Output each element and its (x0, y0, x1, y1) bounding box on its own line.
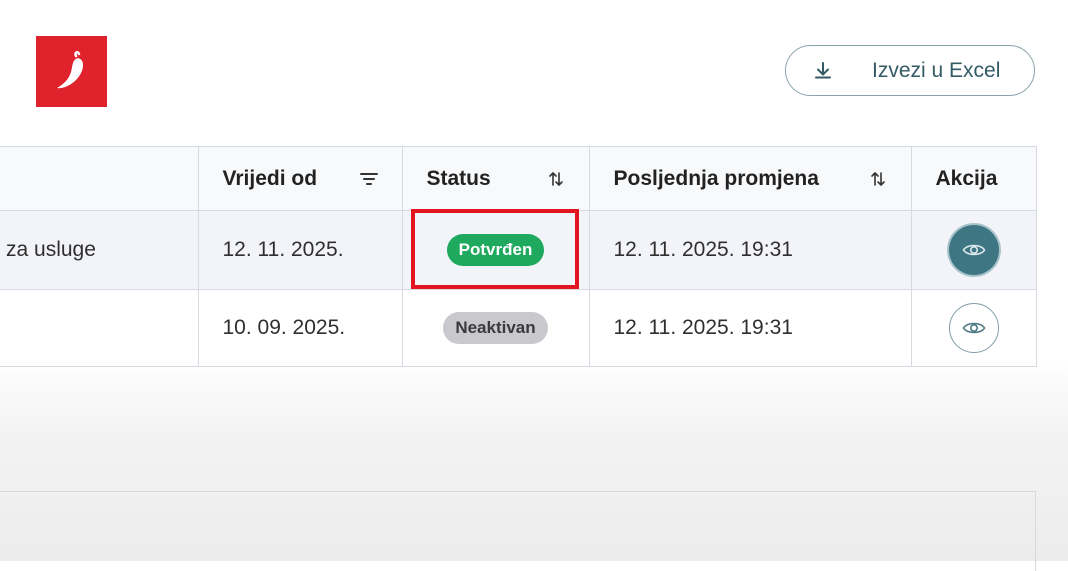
status-badge: Potvrđen (446, 234, 545, 266)
download-icon (815, 62, 831, 79)
column-header-label: Posljednja promjena (613, 166, 819, 190)
cell-last-change: 12. 11. 2025. 19:31 (588, 210, 912, 290)
export-excel-button[interactable]: Izvezi u Excel (785, 45, 1035, 96)
table-header-row: Vrijedi od Status Posljednja promjena Ak… (0, 146, 1037, 211)
cell-action (910, 210, 1037, 290)
table-row: 10. 09. 2025. Neaktivan 12. 11. 2025. 19… (0, 289, 1037, 367)
cell-last-change: 12. 11. 2025. 19:31 (588, 289, 912, 367)
eye-icon (962, 322, 985, 334)
column-header-action: Akcija (910, 146, 1037, 211)
column-header-label: Vrijedi od (222, 166, 318, 190)
column-header-last-change[interactable]: Posljednja promjena (588, 146, 912, 211)
status-badge: Neaktivan (443, 312, 548, 344)
cell-name: za usluge (0, 210, 199, 290)
cell-valid-from: 12. 11. 2025. (197, 210, 403, 290)
cell-status: Potvrđen (401, 209, 590, 290)
column-header-valid-from[interactable]: Vrijedi od (197, 146, 403, 211)
view-button[interactable] (948, 225, 999, 275)
cell-action (910, 289, 1037, 367)
table-row: za usluge 12. 11. 2025. Potvrđen 12. 11.… (0, 209, 1037, 290)
column-header-status[interactable]: Status (401, 146, 590, 211)
export-excel-label: Izvezi u Excel (872, 59, 1001, 82)
eye-icon (962, 244, 985, 256)
bottom-panel (0, 491, 1036, 571)
column-header-name (0, 146, 199, 211)
cell-status: Neaktivan (401, 289, 590, 367)
column-header-label: Status (426, 166, 491, 190)
sort-arrows-icon[interactable] (869, 171, 887, 187)
filter-lines-icon[interactable] (359, 171, 378, 187)
sort-arrows-icon[interactable] (547, 171, 565, 187)
data-table: Vrijedi od Status Posljednja promjena Ak… (0, 146, 1037, 367)
cell-name (0, 289, 199, 367)
cell-valid-from: 10. 09. 2025. (197, 289, 403, 367)
chili-pepper-icon (56, 50, 83, 88)
view-button[interactable] (948, 303, 999, 353)
brand-logo[interactable] (36, 36, 107, 107)
